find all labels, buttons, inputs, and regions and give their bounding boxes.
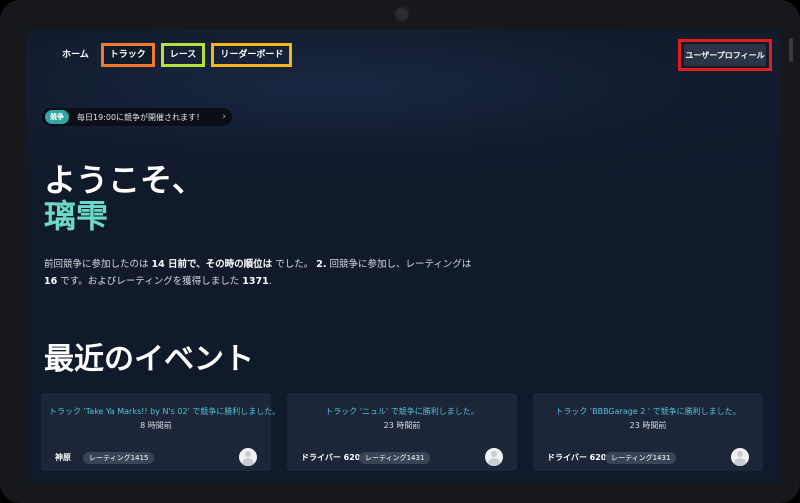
event-card[interactable]: トラック 'Take Ya Marks!! by N's 02' で競争に勝利し… xyxy=(41,393,281,471)
power-button xyxy=(789,38,793,62)
nav-leaderboard[interactable]: リーダーボード xyxy=(211,43,293,67)
recent-events-title: 最近のイベント xyxy=(44,342,254,377)
summary-rating: 16 xyxy=(44,276,58,287)
announcement-pill[interactable]: 競争 毎日19:00に競争が開催されます！ › xyxy=(42,108,232,126)
welcome-heading: ようこそ、 xyxy=(44,161,205,199)
top-nav: ホーム トラック レース リーダーボード xyxy=(56,43,293,67)
summary-text-4: です。およびレーティングを獲得しました xyxy=(57,276,243,287)
event-card[interactable]: トラック 'BBBGarage 2 ' で競争に勝利しました。 23 時間前 ド… xyxy=(533,393,763,471)
camera-icon xyxy=(394,6,410,22)
event-card-time: 8 時間前 xyxy=(140,421,172,430)
username-heading: 璃雫 xyxy=(44,197,109,235)
summary-text-3: 回競争に参加し、レーティングは xyxy=(326,259,472,270)
event-card-rating-badge: レーティング1415 xyxy=(83,452,155,464)
nav-race[interactable]: レース xyxy=(160,43,206,67)
app-screen: ホーム トラック レース リーダーボード ユーザープロフィール 競争 毎日19:… xyxy=(26,30,780,482)
profile-highlight: ユーザープロフィール xyxy=(678,39,772,71)
summary-text-5: . xyxy=(268,276,272,287)
avatar-icon xyxy=(485,448,503,466)
event-card-rating-badge: レーティング1431 xyxy=(359,452,431,464)
summary-text-2: でした。 xyxy=(272,259,314,270)
event-card-user: ドライバー 6207 xyxy=(301,453,366,462)
tablet-frame: ホーム トラック レース リーダーボード ユーザープロフィール 競争 毎日19:… xyxy=(0,0,800,503)
announcement-text: 毎日19:00に競争が開催されます！ xyxy=(77,112,205,122)
event-card-title: トラック 'BBBGarage 2 ' で競争に勝利しました。 xyxy=(555,407,741,416)
avatar-icon xyxy=(731,448,749,466)
summary-days: 14 日前で、その時の順位は xyxy=(151,259,273,270)
event-card-rating-badge: レーティング1431 xyxy=(605,452,677,464)
event-card-title: トラック 'ニュル' で競争に勝利しました。 xyxy=(325,407,479,416)
stats-summary: 前回競争に参加したのは 14 日前で、その時の順位は でした。 2. 回競争に参… xyxy=(44,256,504,290)
event-card[interactable]: トラック 'ニュル' で競争に勝利しました。 23 時間前 ドライバー 6207… xyxy=(287,393,517,471)
avatar-icon xyxy=(239,448,257,466)
summary-rank: 2. xyxy=(316,259,327,270)
summary-gained: 1371 xyxy=(242,276,269,287)
summary-text-1: 前回競争に参加したのは xyxy=(44,259,152,270)
nav-home[interactable]: ホーム xyxy=(56,46,95,64)
user-profile-button[interactable]: ユーザープロフィール xyxy=(684,44,766,66)
announcement-tag: 競争 xyxy=(45,110,69,124)
event-card-time: 23 時間前 xyxy=(383,421,421,430)
nav-track[interactable]: トラック xyxy=(100,43,155,67)
event-card-title: トラック 'Take Ya Marks!! by N's 02' で競争に勝利し… xyxy=(49,407,281,416)
event-card-user: ドライバー 6207 xyxy=(547,453,612,462)
event-card-user: 神原 xyxy=(55,453,71,462)
chevron-right-icon: › xyxy=(222,112,226,122)
event-card-time: 23 時間前 xyxy=(629,421,667,430)
